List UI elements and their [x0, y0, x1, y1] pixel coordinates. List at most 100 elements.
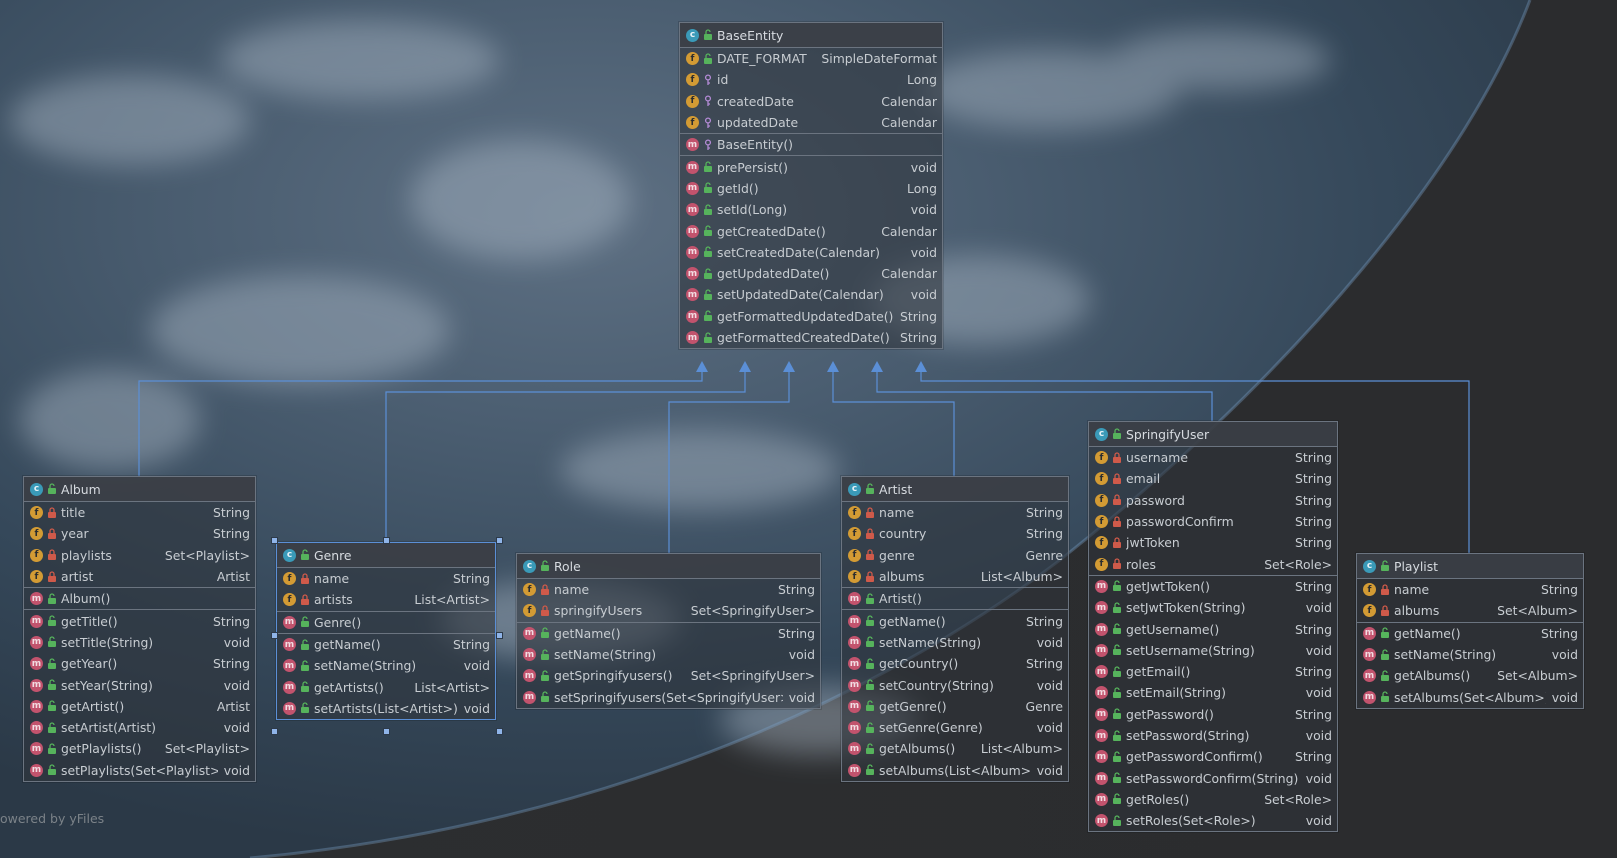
method-row[interactable]: m getEmail() String [1089, 661, 1337, 682]
method-row[interactable]: m getYear() String [24, 653, 255, 674]
field-row[interactable]: f email String [1089, 468, 1337, 489]
method-row[interactable]: m setUsername(String) void [1089, 640, 1337, 661]
method-row[interactable]: m getArtists() List<Artist> [277, 676, 495, 697]
selection-handle[interactable] [383, 537, 390, 544]
class-node-baseentity[interactable]: c BaseEntity f DATE_FORMAT SimpleDateFormat f… [679, 22, 943, 350]
method-row[interactable]: m getSpringifyusers() Set<SpringifyUser> [517, 665, 820, 686]
field-row[interactable]: f id Long [680, 69, 942, 90]
method-row[interactable]: m setGenre(Genre) void [842, 717, 1068, 738]
selection-handle[interactable] [271, 537, 278, 544]
method-row[interactable]: m setName(String) void [842, 632, 1068, 653]
method-row[interactable]: m getAlbums() List<Album> [842, 738, 1068, 759]
class-node-springifyuser[interactable]: c SpringifyUser f username String f email Strin… [1088, 421, 1338, 833]
class-node-album[interactable]: c Album f title String f year String f playlists S… [23, 476, 256, 782]
method-row[interactable]: m getFormattedUpdatedDate() String [680, 306, 942, 327]
method-row[interactable]: m prePersist() void [680, 156, 942, 177]
field-row[interactable]: f name String [1357, 579, 1583, 600]
field-row[interactable]: f year String [24, 523, 255, 544]
method-row[interactable]: m setCreatedDate(Calendar) void [680, 242, 942, 263]
method-row[interactable]: m setTitle(String) void [24, 632, 255, 653]
class-header[interactable]: c Playlist [1357, 554, 1583, 579]
method-row[interactable]: m setAlbums(List<Album>) void [842, 760, 1068, 781]
field-row[interactable]: f artist Artist [24, 566, 255, 587]
class-header[interactable]: c BaseEntity [680, 23, 942, 48]
selection-handle[interactable] [496, 537, 503, 544]
method-row[interactable]: m setName(String) void [517, 644, 820, 665]
method-row[interactable]: m getAlbums() Set<Album> [1357, 665, 1583, 686]
method-row[interactable]: m Album() [24, 588, 255, 609]
field-row[interactable]: f playlists Set<Playlist> [24, 545, 255, 566]
selection-handle[interactable] [496, 632, 503, 639]
method-row[interactable]: m setAlbums(Set<Album>) void [1357, 686, 1583, 707]
selection-handle[interactable] [383, 728, 390, 735]
method-row[interactable]: m setPassword(String) void [1089, 725, 1337, 746]
field-row[interactable]: f name String [277, 568, 495, 589]
method-row[interactable]: m setName(String) void [1357, 644, 1583, 665]
method-row[interactable]: m getArtist() Artist [24, 696, 255, 717]
field-row[interactable]: f passwordConfirm String [1089, 511, 1337, 532]
field-row[interactable]: f name String [842, 502, 1068, 523]
class-node-artist[interactable]: c Artist f name String f country String f genre Ge… [841, 476, 1069, 782]
method-row[interactable]: m getUpdatedDate() Calendar [680, 263, 942, 284]
diagram-canvas[interactable]: c BaseEntity f DATE_FORMAT SimpleDateFormat f… [0, 0, 1617, 858]
class-header[interactable]: c Genre [277, 543, 495, 568]
method-row[interactable]: m getName() String [277, 634, 495, 655]
field-row[interactable]: f username String [1089, 447, 1337, 468]
method-row[interactable]: m setRoles(Set<Role>) void [1089, 810, 1337, 831]
method-row[interactable]: m getCountry() String [842, 653, 1068, 674]
method-row[interactable]: m getUsername() String [1089, 618, 1337, 639]
field-row[interactable]: f artists List<Artist> [277, 589, 495, 610]
method-row[interactable]: m getPasswordConfirm() String [1089, 746, 1337, 767]
class-node-playlist[interactable]: c Playlist f name String f albums Set<Album> m ge… [1356, 553, 1584, 709]
method-row[interactable]: m getTitle() String [24, 610, 255, 631]
class-header[interactable]: c Album [24, 477, 255, 502]
method-row[interactable]: m setArtists(List<Artist>) void [277, 698, 495, 719]
method-row[interactable]: m setId(Long) void [680, 199, 942, 220]
class-node-genre[interactable]: c Genre f name String f artists List<Artist> m Ge… [276, 542, 496, 721]
selection-handle[interactable] [271, 632, 278, 639]
method-row[interactable]: m getName() String [517, 623, 820, 644]
class-header[interactable]: c Role [517, 554, 820, 579]
selection-handle[interactable] [496, 728, 503, 735]
field-row[interactable]: f country String [842, 523, 1068, 544]
class-header[interactable]: c Artist [842, 477, 1068, 502]
method-row[interactable]: m getPlaylists() Set<Playlist> [24, 738, 255, 759]
field-row[interactable]: f genre Genre [842, 545, 1068, 566]
field-row[interactable]: f albums List<Album> [842, 566, 1068, 587]
class-node-role[interactable]: c Role f name String f springifyUsers Set<Sprin… [516, 553, 821, 709]
class-header[interactable]: c SpringifyUser [1089, 422, 1337, 447]
method-row[interactable]: m setArtist(Artist) void [24, 717, 255, 738]
method-row[interactable]: m setSpringifyusers(Set<SpringifyUser>) vo… [517, 686, 820, 707]
method-row[interactable]: m getFormattedCreatedDate() String [680, 327, 942, 348]
field-row[interactable]: f title String [24, 502, 255, 523]
method-row[interactable]: m getName() String [1357, 623, 1583, 644]
field-row[interactable]: f DATE_FORMAT SimpleDateFormat [680, 48, 942, 69]
method-row[interactable]: m getGenre() Genre [842, 696, 1068, 717]
field-row[interactable]: f springifyUsers Set<SpringifyUser> [517, 600, 820, 621]
method-row[interactable]: m setJwtToken(String) void [1089, 597, 1337, 618]
field-row[interactable]: f jwtToken String [1089, 532, 1337, 553]
method-row[interactable]: m getName() String [842, 610, 1068, 631]
method-row[interactable]: m Artist() [842, 588, 1068, 609]
selection-handle[interactable] [271, 728, 278, 735]
field-row[interactable]: f name String [517, 579, 820, 600]
method-row[interactable]: m setYear(String) void [24, 674, 255, 695]
method-row[interactable]: m setEmail(String) void [1089, 682, 1337, 703]
field-row[interactable]: f createdDate Calendar [680, 91, 942, 112]
method-row[interactable]: m Genre() [277, 612, 495, 633]
method-row[interactable]: m getPassword() String [1089, 704, 1337, 725]
method-row[interactable]: m setCountry(String) void [842, 674, 1068, 695]
method-row[interactable]: m getRoles() Set<Role> [1089, 789, 1337, 810]
field-row[interactable]: f roles Set<Role> [1089, 553, 1337, 574]
field-row[interactable]: f albums Set<Album> [1357, 600, 1583, 621]
method-row[interactable]: m setPasswordConfirm(String) void [1089, 767, 1337, 788]
method-row[interactable]: m getJwtToken() String [1089, 576, 1337, 597]
field-row[interactable]: f updatedDate Calendar [680, 112, 942, 133]
method-row[interactable]: m setName(String) void [277, 655, 495, 676]
method-row[interactable]: m setPlaylists(Set<Playlist>) void [24, 760, 255, 781]
field-row[interactable]: f password String [1089, 490, 1337, 511]
method-row[interactable]: m BaseEntity() [680, 134, 942, 155]
method-row[interactable]: m setUpdatedDate(Calendar) void [680, 284, 942, 305]
method-row[interactable]: m getCreatedDate() Calendar [680, 220, 942, 241]
method-row[interactable]: m getId() Long [680, 178, 942, 199]
